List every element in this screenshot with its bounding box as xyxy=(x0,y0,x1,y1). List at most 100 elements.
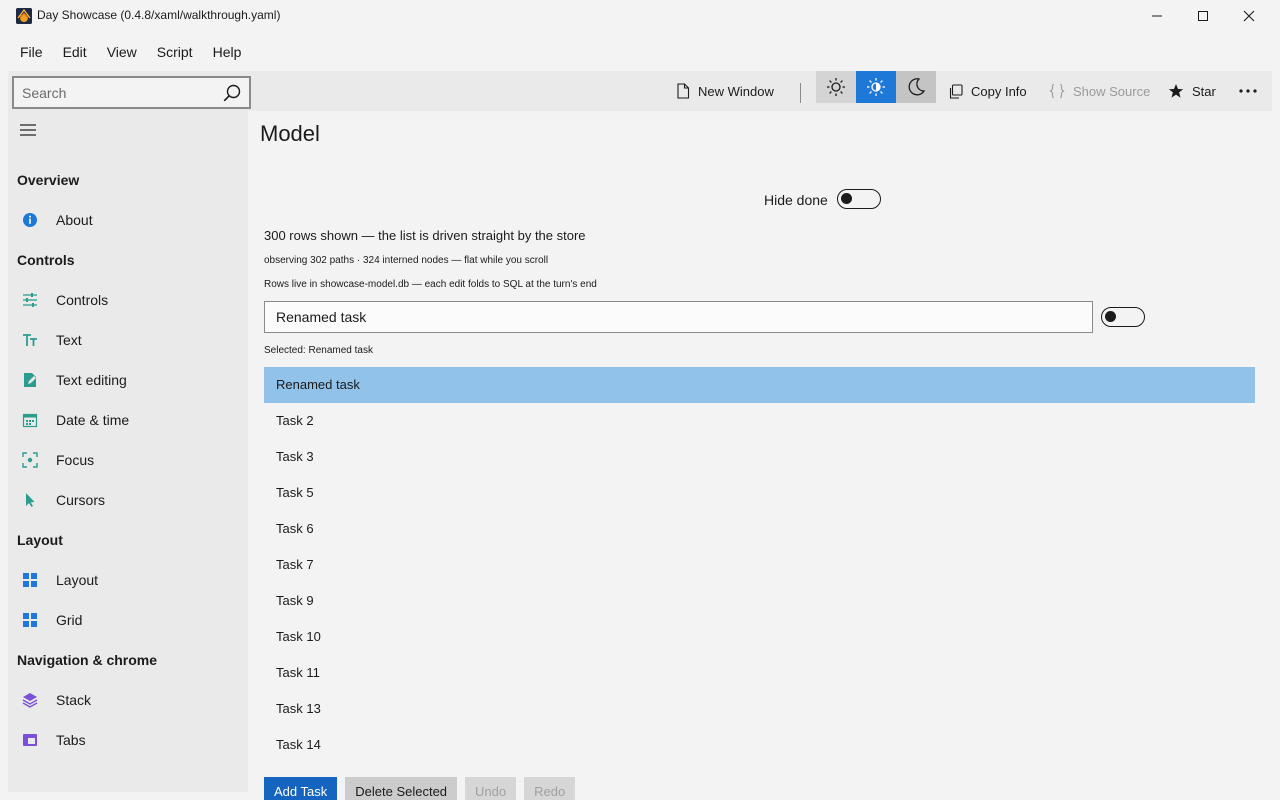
sidebar-item-stack[interactable]: Stack xyxy=(8,680,248,720)
rows-shown-text: 300 rows shown — the list is driven stra… xyxy=(264,228,586,243)
new-window-label: New Window xyxy=(698,83,774,99)
task-row[interactable]: Task 10 xyxy=(264,619,1255,655)
dark-theme-button[interactable] xyxy=(896,71,936,103)
stack-icon xyxy=(22,693,38,708)
task-row[interactable]: Task 13 xyxy=(264,691,1255,727)
task-row[interactable]: Task 7 xyxy=(264,547,1255,583)
sidebar-item-label: Date & time xyxy=(56,412,130,428)
copy-info-label: Copy Info xyxy=(971,83,1027,99)
search-box xyxy=(12,76,251,109)
title-bar: Day Showcase (0.4.8/xaml/walkthrough.yam… xyxy=(0,0,1280,32)
layout-icon xyxy=(23,573,37,587)
sidebar-item-focus[interactable]: Focus xyxy=(8,440,248,480)
toolbar: New Window xyxy=(8,71,1272,111)
delete-selected-button[interactable]: Delete Selected xyxy=(345,777,458,800)
document-icon xyxy=(677,83,690,99)
show-source-button[interactable]: Show Source xyxy=(1049,71,1150,111)
search-icon[interactable] xyxy=(223,84,241,102)
braces-icon xyxy=(1049,83,1065,99)
toolbar-separator xyxy=(800,83,801,103)
close-icon xyxy=(1243,10,1255,22)
task-row[interactable]: Task 3 xyxy=(264,439,1255,475)
star-label: Star xyxy=(1192,83,1216,99)
minimize-button[interactable] xyxy=(1134,0,1180,32)
task-name-input[interactable] xyxy=(264,301,1093,333)
rows-live-text: Rows live in showcase-model.db — each ed… xyxy=(264,279,597,290)
menu-bar: File Edit View Script Help xyxy=(0,36,251,68)
pen-icon xyxy=(24,373,36,387)
task-row[interactable]: Task 11 xyxy=(264,655,1255,691)
sun-icon xyxy=(827,78,845,96)
info-icon xyxy=(23,213,37,227)
sidebar-item-label: Tabs xyxy=(56,732,86,748)
action-buttons: Add Task Delete Selected Undo Redo xyxy=(264,777,576,800)
add-task-button[interactable]: Add Task xyxy=(264,777,338,800)
sidebar-item-label: Grid xyxy=(56,612,83,628)
tabs-icon xyxy=(23,734,37,746)
sidebar: Overview About Controls Controls Text Te… xyxy=(8,111,248,792)
sidebar-item-grid[interactable]: Grid xyxy=(8,600,248,640)
task-list: Renamed task Task 2 Task 3 Task 5 Task 6… xyxy=(264,367,1255,763)
task-row[interactable]: Task 14 xyxy=(264,727,1255,763)
observing-text: observing 302 paths · 324 interned nodes… xyxy=(264,255,549,266)
sliders-icon xyxy=(23,293,37,307)
copy-icon xyxy=(949,83,963,99)
menu-help[interactable]: Help xyxy=(203,36,252,68)
light-theme-button[interactable] xyxy=(816,71,856,103)
new-window-button[interactable]: New Window xyxy=(676,71,774,111)
menu-view[interactable]: View xyxy=(97,36,147,68)
toggle-knob xyxy=(1105,311,1116,322)
more-icon xyxy=(1239,89,1257,93)
sidebar-item-text-editing[interactable]: Text editing xyxy=(8,360,248,400)
sidebar-item-tabs[interactable]: Tabs xyxy=(8,720,248,760)
page-title: Model xyxy=(260,121,320,146)
sidebar-item-controls[interactable]: Controls xyxy=(8,280,248,320)
sidebar-item-text[interactable]: Text xyxy=(8,320,248,360)
star-icon xyxy=(1168,84,1184,98)
hide-done-label: Hide done xyxy=(764,192,828,208)
sidebar-item-about[interactable]: About xyxy=(8,200,248,240)
task-row[interactable]: Task 5 xyxy=(264,475,1255,511)
sidebar-item-label: Text xyxy=(56,332,82,348)
show-source-label: Show Source xyxy=(1073,83,1151,99)
sidebar-item-label: Stack xyxy=(56,692,92,708)
system-theme-button[interactable] xyxy=(856,71,896,103)
redo-button[interactable]: Redo xyxy=(524,777,576,800)
task-row[interactable]: Renamed task xyxy=(264,367,1255,403)
sidebar-item-date-time[interactable]: Date & time xyxy=(8,400,248,440)
contrast-icon xyxy=(867,78,885,96)
nav-header-controls: Controls xyxy=(17,252,75,268)
done-toggle[interactable] xyxy=(1101,307,1145,327)
sidebar-item-label: Cursors xyxy=(56,492,106,508)
star-button[interactable]: Star xyxy=(1168,71,1216,111)
copy-info-button[interactable]: Copy Info xyxy=(948,71,1027,111)
selected-text: Selected: Renamed task xyxy=(264,345,373,356)
nav-header-navigation-chrome: Navigation & chrome xyxy=(17,652,158,668)
maximize-button[interactable] xyxy=(1180,0,1226,32)
close-button[interactable] xyxy=(1226,0,1272,32)
cursor-icon xyxy=(26,493,35,507)
text-icon xyxy=(23,334,37,346)
sidebar-item-layout[interactable]: Layout xyxy=(8,560,248,600)
task-row[interactable]: Task 9 xyxy=(264,583,1255,619)
hide-done-toggle[interactable] xyxy=(837,189,881,209)
sidebar-item-label: About xyxy=(56,212,93,228)
sidebar-item-label: Focus xyxy=(56,452,95,468)
menu-script[interactable]: Script xyxy=(147,36,203,68)
sidebar-item-label: Text editing xyxy=(56,372,127,388)
app-logo-icon xyxy=(16,8,32,24)
menu-file[interactable]: File xyxy=(10,36,53,68)
undo-button[interactable]: Undo xyxy=(465,777,517,800)
hamburger-menu-icon[interactable] xyxy=(19,123,37,137)
menu-edit[interactable]: Edit xyxy=(53,36,97,68)
focus-icon xyxy=(22,452,38,468)
nav-header-layout: Layout xyxy=(17,532,63,548)
main-content: Model Hide done 300 rows shown — the lis… xyxy=(248,111,1272,800)
task-row[interactable]: Task 6 xyxy=(264,511,1255,547)
search-input[interactable] xyxy=(22,84,212,102)
toggle-knob xyxy=(841,193,852,204)
task-row[interactable]: Task 2 xyxy=(264,403,1255,439)
sidebar-item-cursors[interactable]: Cursors xyxy=(8,480,248,520)
more-options-button[interactable] xyxy=(1238,71,1266,111)
nav-header-overview: Overview xyxy=(17,172,80,188)
